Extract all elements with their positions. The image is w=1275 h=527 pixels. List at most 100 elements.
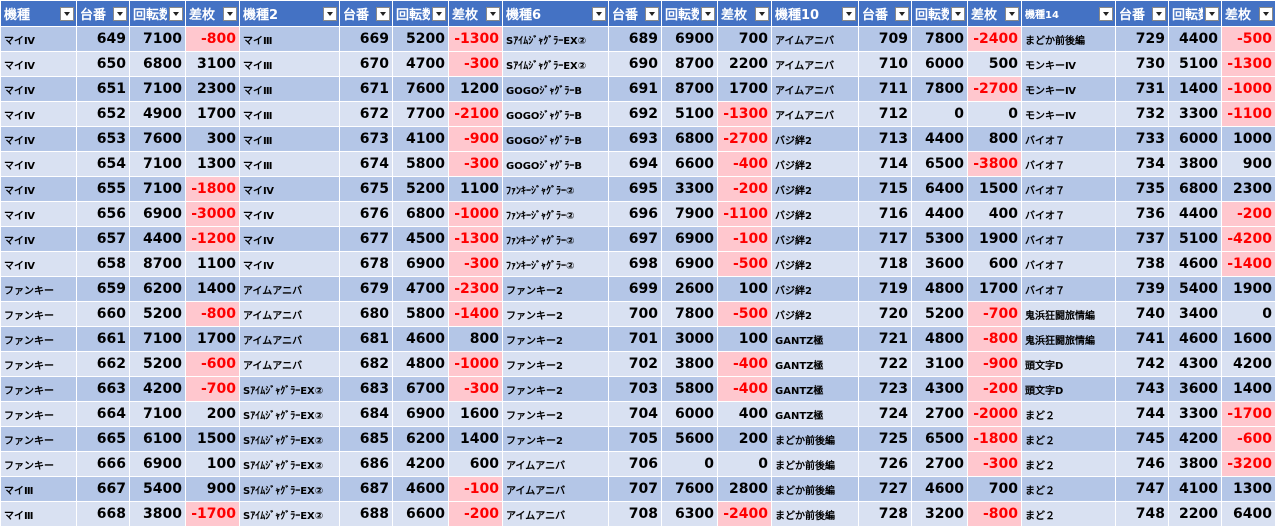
spin-count-cell[interactable]: 6400 — [912, 177, 968, 202]
machine-number-cell[interactable]: 692 — [609, 102, 662, 127]
spin-count-cell[interactable]: 6900 — [662, 227, 718, 252]
diff-coins-cell[interactable]: 1100 — [186, 252, 240, 277]
machine-number-cell[interactable]: 704 — [609, 402, 662, 427]
machine-number-cell[interactable]: 658 — [77, 252, 130, 277]
spin-count-cell[interactable]: 2700 — [912, 452, 968, 477]
machine-number-cell[interactable]: 652 — [77, 102, 130, 127]
column-header-5[interactable]: 機種2 — [240, 1, 340, 27]
diff-coins-cell[interactable]: -1000 — [1222, 77, 1275, 102]
diff-coins-cell[interactable]: 1700 — [186, 102, 240, 127]
spin-count-cell[interactable]: 4400 — [912, 202, 968, 227]
machine-name-cell[interactable]: GANTZ極 — [772, 352, 859, 377]
column-header-9[interactable]: 機種6 — [503, 1, 609, 27]
column-header-20[interactable]: 差枚 — [1222, 1, 1275, 27]
filter-dropdown-icon[interactable] — [223, 7, 237, 21]
machine-name-cell[interactable]: マイⅢ — [240, 152, 340, 177]
machine-number-cell[interactable]: 723 — [859, 377, 912, 402]
column-header-12[interactable]: 差枚 — [718, 1, 772, 27]
machine-name-cell[interactable]: まど２ — [1022, 502, 1116, 527]
column-header-17[interactable]: 機種14 — [1022, 1, 1116, 27]
spin-count-cell[interactable]: 4100 — [393, 127, 449, 152]
machine-number-cell[interactable]: 731 — [1116, 77, 1169, 102]
filter-dropdown-icon[interactable] — [323, 7, 337, 21]
machine-number-cell[interactable]: 743 — [1116, 377, 1169, 402]
spin-count-cell[interactable]: 4300 — [912, 377, 968, 402]
filter-dropdown-icon[interactable] — [1205, 7, 1219, 21]
spin-count-cell[interactable]: 5300 — [912, 227, 968, 252]
diff-coins-cell[interactable]: -1700 — [1222, 402, 1275, 427]
diff-coins-cell[interactable]: -1100 — [1222, 102, 1275, 127]
diff-coins-cell[interactable]: -500 — [718, 252, 772, 277]
spin-count-cell[interactable]: 3800 — [1169, 152, 1222, 177]
machine-number-cell[interactable]: 653 — [77, 127, 130, 152]
spin-count-cell[interactable]: 2600 — [662, 277, 718, 302]
machine-name-cell[interactable]: まど２ — [1022, 477, 1116, 502]
machine-number-cell[interactable]: 727 — [859, 477, 912, 502]
machine-number-cell[interactable]: 699 — [609, 277, 662, 302]
machine-name-cell[interactable]: マイⅣ — [1, 202, 77, 227]
diff-coins-cell[interactable]: -2400 — [718, 502, 772, 527]
diff-coins-cell[interactable]: 1500 — [968, 177, 1022, 202]
machine-number-cell[interactable]: 697 — [609, 227, 662, 252]
machine-name-cell[interactable]: ファンキー2 — [503, 352, 609, 377]
spin-count-cell[interactable]: 4800 — [393, 352, 449, 377]
column-header-19[interactable]: 回転数 — [1169, 1, 1222, 27]
spin-count-cell[interactable]: 3300 — [662, 177, 718, 202]
machine-name-cell[interactable]: アイムアニバ — [240, 277, 340, 302]
machine-name-cell[interactable]: バジ絆2 — [772, 302, 859, 327]
diff-coins-cell[interactable]: -1800 — [186, 177, 240, 202]
machine-name-cell[interactable]: モンキーⅣ — [1022, 52, 1116, 77]
filter-dropdown-icon[interactable] — [376, 7, 390, 21]
machine-name-cell[interactable]: GANTZ極 — [772, 327, 859, 352]
column-header-2[interactable]: 台番 — [77, 1, 130, 27]
spin-count-cell[interactable]: 4400 — [1169, 27, 1222, 52]
machine-name-cell[interactable]: まど２ — [1022, 452, 1116, 477]
spin-count-cell[interactable]: 4700 — [393, 52, 449, 77]
machine-name-cell[interactable]: バイオ７ — [1022, 277, 1116, 302]
diff-coins-cell[interactable]: -300 — [449, 52, 503, 77]
spin-count-cell[interactable]: 5200 — [130, 302, 186, 327]
spin-count-cell[interactable]: 6900 — [130, 202, 186, 227]
machine-name-cell[interactable]: マイⅢ — [240, 102, 340, 127]
spin-count-cell[interactable]: 3800 — [1169, 452, 1222, 477]
column-header-16[interactable]: 差枚 — [968, 1, 1022, 27]
machine-number-cell[interactable]: 691 — [609, 77, 662, 102]
machine-name-cell[interactable]: ファンキー — [1, 302, 77, 327]
machine-name-cell[interactable]: まどか前後編 — [772, 452, 859, 477]
machine-number-cell[interactable]: 706 — [609, 452, 662, 477]
machine-name-cell[interactable]: アイムアニバ — [503, 477, 609, 502]
machine-number-cell[interactable]: 717 — [859, 227, 912, 252]
diff-coins-cell[interactable]: -1000 — [449, 202, 503, 227]
diff-coins-cell[interactable]: -2400 — [968, 27, 1022, 52]
machine-number-cell[interactable]: 649 — [77, 27, 130, 52]
diff-coins-cell[interactable]: -900 — [968, 352, 1022, 377]
machine-name-cell[interactable]: ファンキー — [1, 327, 77, 352]
machine-name-cell[interactable]: アイムアニバ — [240, 302, 340, 327]
machine-number-cell[interactable]: 694 — [609, 152, 662, 177]
machine-name-cell[interactable]: ファンキー — [1, 402, 77, 427]
machine-name-cell[interactable]: バジ絆2 — [772, 152, 859, 177]
filter-dropdown-icon[interactable] — [169, 7, 183, 21]
machine-name-cell[interactable]: マイⅢ — [240, 52, 340, 77]
machine-number-cell[interactable]: 716 — [859, 202, 912, 227]
spin-count-cell[interactable]: 8700 — [662, 52, 718, 77]
spin-count-cell[interactable]: 8700 — [662, 77, 718, 102]
diff-coins-cell[interactable]: -100 — [718, 227, 772, 252]
machine-number-cell[interactable]: 719 — [859, 277, 912, 302]
diff-coins-cell[interactable]: -400 — [718, 377, 772, 402]
column-header-4[interactable]: 差枚 — [186, 1, 240, 27]
machine-number-cell[interactable]: 664 — [77, 402, 130, 427]
machine-name-cell[interactable]: マイⅣ — [1, 102, 77, 127]
machine-number-cell[interactable]: 656 — [77, 202, 130, 227]
filter-dropdown-icon[interactable] — [113, 7, 127, 21]
machine-name-cell[interactable]: SｱｲﾑｼﾞｬｸﾞﾗｰEX② — [503, 52, 609, 77]
machine-number-cell[interactable]: 730 — [1116, 52, 1169, 77]
machine-name-cell[interactable]: GOGOｼﾞｬｸﾞﾗｰB — [503, 77, 609, 102]
machine-name-cell[interactable]: 頭文字D — [1022, 377, 1116, 402]
spin-count-cell[interactable]: 6900 — [662, 252, 718, 277]
machine-number-cell[interactable]: 685 — [340, 427, 393, 452]
machine-name-cell[interactable]: マイⅣ — [1, 227, 77, 252]
machine-name-cell[interactable]: まどか前後編 — [772, 477, 859, 502]
diff-coins-cell[interactable]: 3100 — [186, 52, 240, 77]
filter-dropdown-icon[interactable] — [895, 7, 909, 21]
